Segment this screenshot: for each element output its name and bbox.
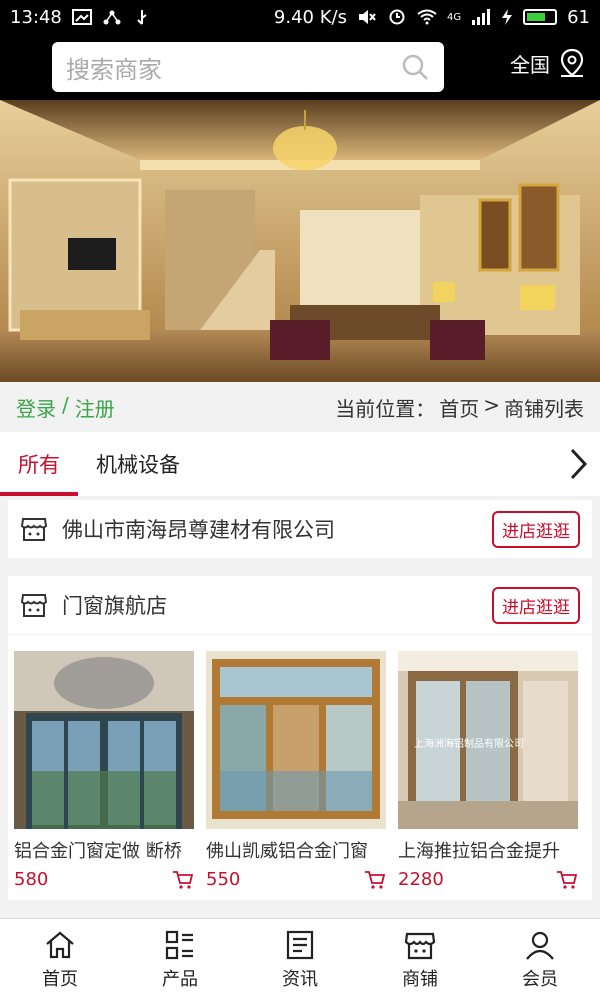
breadcrumb-row: 登录 / 注册 当前位置： 首页 > 商铺列表 [0, 382, 600, 432]
visit-store-button[interactable]: 进店逛逛 [492, 510, 580, 548]
battery-percent: 61 [567, 6, 590, 28]
store-card: 佛山市南海昂尊建材有限公司 进店逛逛 [8, 500, 592, 558]
store-header: 佛山市南海昂尊建材有限公司 进店逛逛 [8, 500, 592, 558]
breadcrumb-home[interactable]: 首页 [439, 393, 479, 422]
visit-store-button[interactable]: 进店逛逛 [492, 586, 580, 624]
product-watermark: 上海洲海铝制品有限公司 [414, 737, 524, 750]
signal-icon [472, 9, 491, 25]
product-price: 580 [14, 869, 49, 890]
network-speed: 9.40 K/s [273, 6, 347, 28]
product-image[interactable]: 上海洲海铝制品有限公司 [398, 651, 578, 829]
product-card[interactable]: 上海洲海铝制品有限公司 上海推拉铝合金提升 2280 [398, 651, 578, 890]
tab-all[interactable]: 所有 [0, 432, 78, 496]
product-name: 佛山凯威铝合金门窗 [206, 841, 368, 862]
status-bar: 13:48 9.40 K/s 4G 61 [0, 0, 600, 34]
product-name: 铝合金门窗定做 断桥 [14, 841, 182, 862]
cart-icon[interactable] [172, 870, 194, 890]
banner-image[interactable] [0, 100, 600, 382]
product-card[interactable]: 铝合金门窗定做 断桥 580 [14, 651, 194, 890]
status-time: 13:48 [10, 6, 62, 28]
news-icon [286, 930, 314, 959]
usb-icon [137, 10, 147, 25]
charging-icon [502, 9, 513, 25]
store-icon [20, 518, 48, 541]
search-input[interactable]: 搜索商家 [52, 42, 444, 92]
nav-home[interactable]: 首页 [0, 919, 120, 1000]
product-price: 550 [206, 869, 241, 890]
share-notification-icon [103, 10, 121, 25]
auth-separator: / [62, 392, 69, 417]
store-icon [404, 932, 436, 959]
store-header: 门窗旗航店 进店逛逛 [8, 576, 592, 634]
store-card: 门窗旗航店 进店逛逛 铝合金门窗定做 断桥 580 佛山凯威铝合金门窗 550 … [8, 576, 592, 900]
nav-label: 产品 [162, 968, 198, 990]
bottom-nav: 首页 产品 资讯 商铺 会员 [0, 918, 600, 1000]
region-label: 全国 [510, 52, 550, 77]
tab-machinery[interactable]: 机械设备 [78, 432, 198, 496]
wifi-icon [417, 9, 437, 25]
nav-products[interactable]: 产品 [120, 919, 240, 1000]
nav-news[interactable]: 资讯 [240, 919, 360, 1000]
tabs-next-button[interactable] [556, 432, 600, 496]
network-type: 4G [446, 11, 462, 23]
nav-stores[interactable]: 商铺 [360, 919, 480, 1000]
mute-icon [358, 10, 376, 24]
location-pin-icon [560, 48, 584, 77]
nav-label: 首页 [42, 968, 78, 990]
product-image[interactable] [14, 651, 194, 829]
product-image[interactable] [206, 651, 386, 829]
nav-label: 商铺 [402, 968, 438, 990]
nav-member[interactable]: 会员 [480, 919, 600, 1000]
breadcrumb-separator: > [483, 392, 500, 417]
breadcrumb: 当前位置： 首页 > 商铺列表 [335, 393, 584, 422]
cart-icon[interactable] [556, 870, 578, 890]
search-placeholder: 搜索商家 [66, 55, 162, 84]
region-selector[interactable]: 全国 [510, 48, 586, 78]
breadcrumb-prefix: 当前位置： [335, 396, 436, 421]
image-notification-icon [71, 9, 92, 25]
chevron-right-icon [570, 448, 588, 480]
cart-icon[interactable] [364, 870, 386, 890]
header: 搜索商家 全国 [0, 34, 600, 100]
breadcrumb-current: 商铺列表 [504, 396, 584, 421]
product-list: 铝合金门窗定做 断桥 580 佛山凯威铝合金门窗 550 上海洲海铝制品有限公司… [8, 634, 592, 900]
alarm-icon [389, 9, 405, 25]
login-link[interactable]: 登录 [16, 393, 56, 422]
product-card[interactable]: 佛山凯威铝合金门窗 550 [206, 651, 386, 890]
battery-icon [523, 9, 558, 25]
nav-label: 会员 [522, 968, 558, 990]
auth-links: 登录 / 注册 [16, 393, 115, 422]
home-icon [46, 931, 74, 958]
register-link[interactable]: 注册 [75, 393, 115, 422]
search-icon[interactable] [400, 52, 430, 82]
user-icon [526, 931, 554, 960]
store-name[interactable]: 门窗旗航店 [62, 590, 492, 620]
store-icon [20, 594, 48, 617]
product-price: 2280 [398, 869, 444, 890]
category-tabs: 所有 机械设备 [0, 432, 600, 496]
nav-label: 资讯 [282, 968, 318, 990]
product-name: 上海推拉铝合金提升 [398, 841, 560, 862]
product-grid-icon [165, 930, 193, 959]
store-name[interactable]: 佛山市南海昂尊建材有限公司 [62, 514, 492, 544]
